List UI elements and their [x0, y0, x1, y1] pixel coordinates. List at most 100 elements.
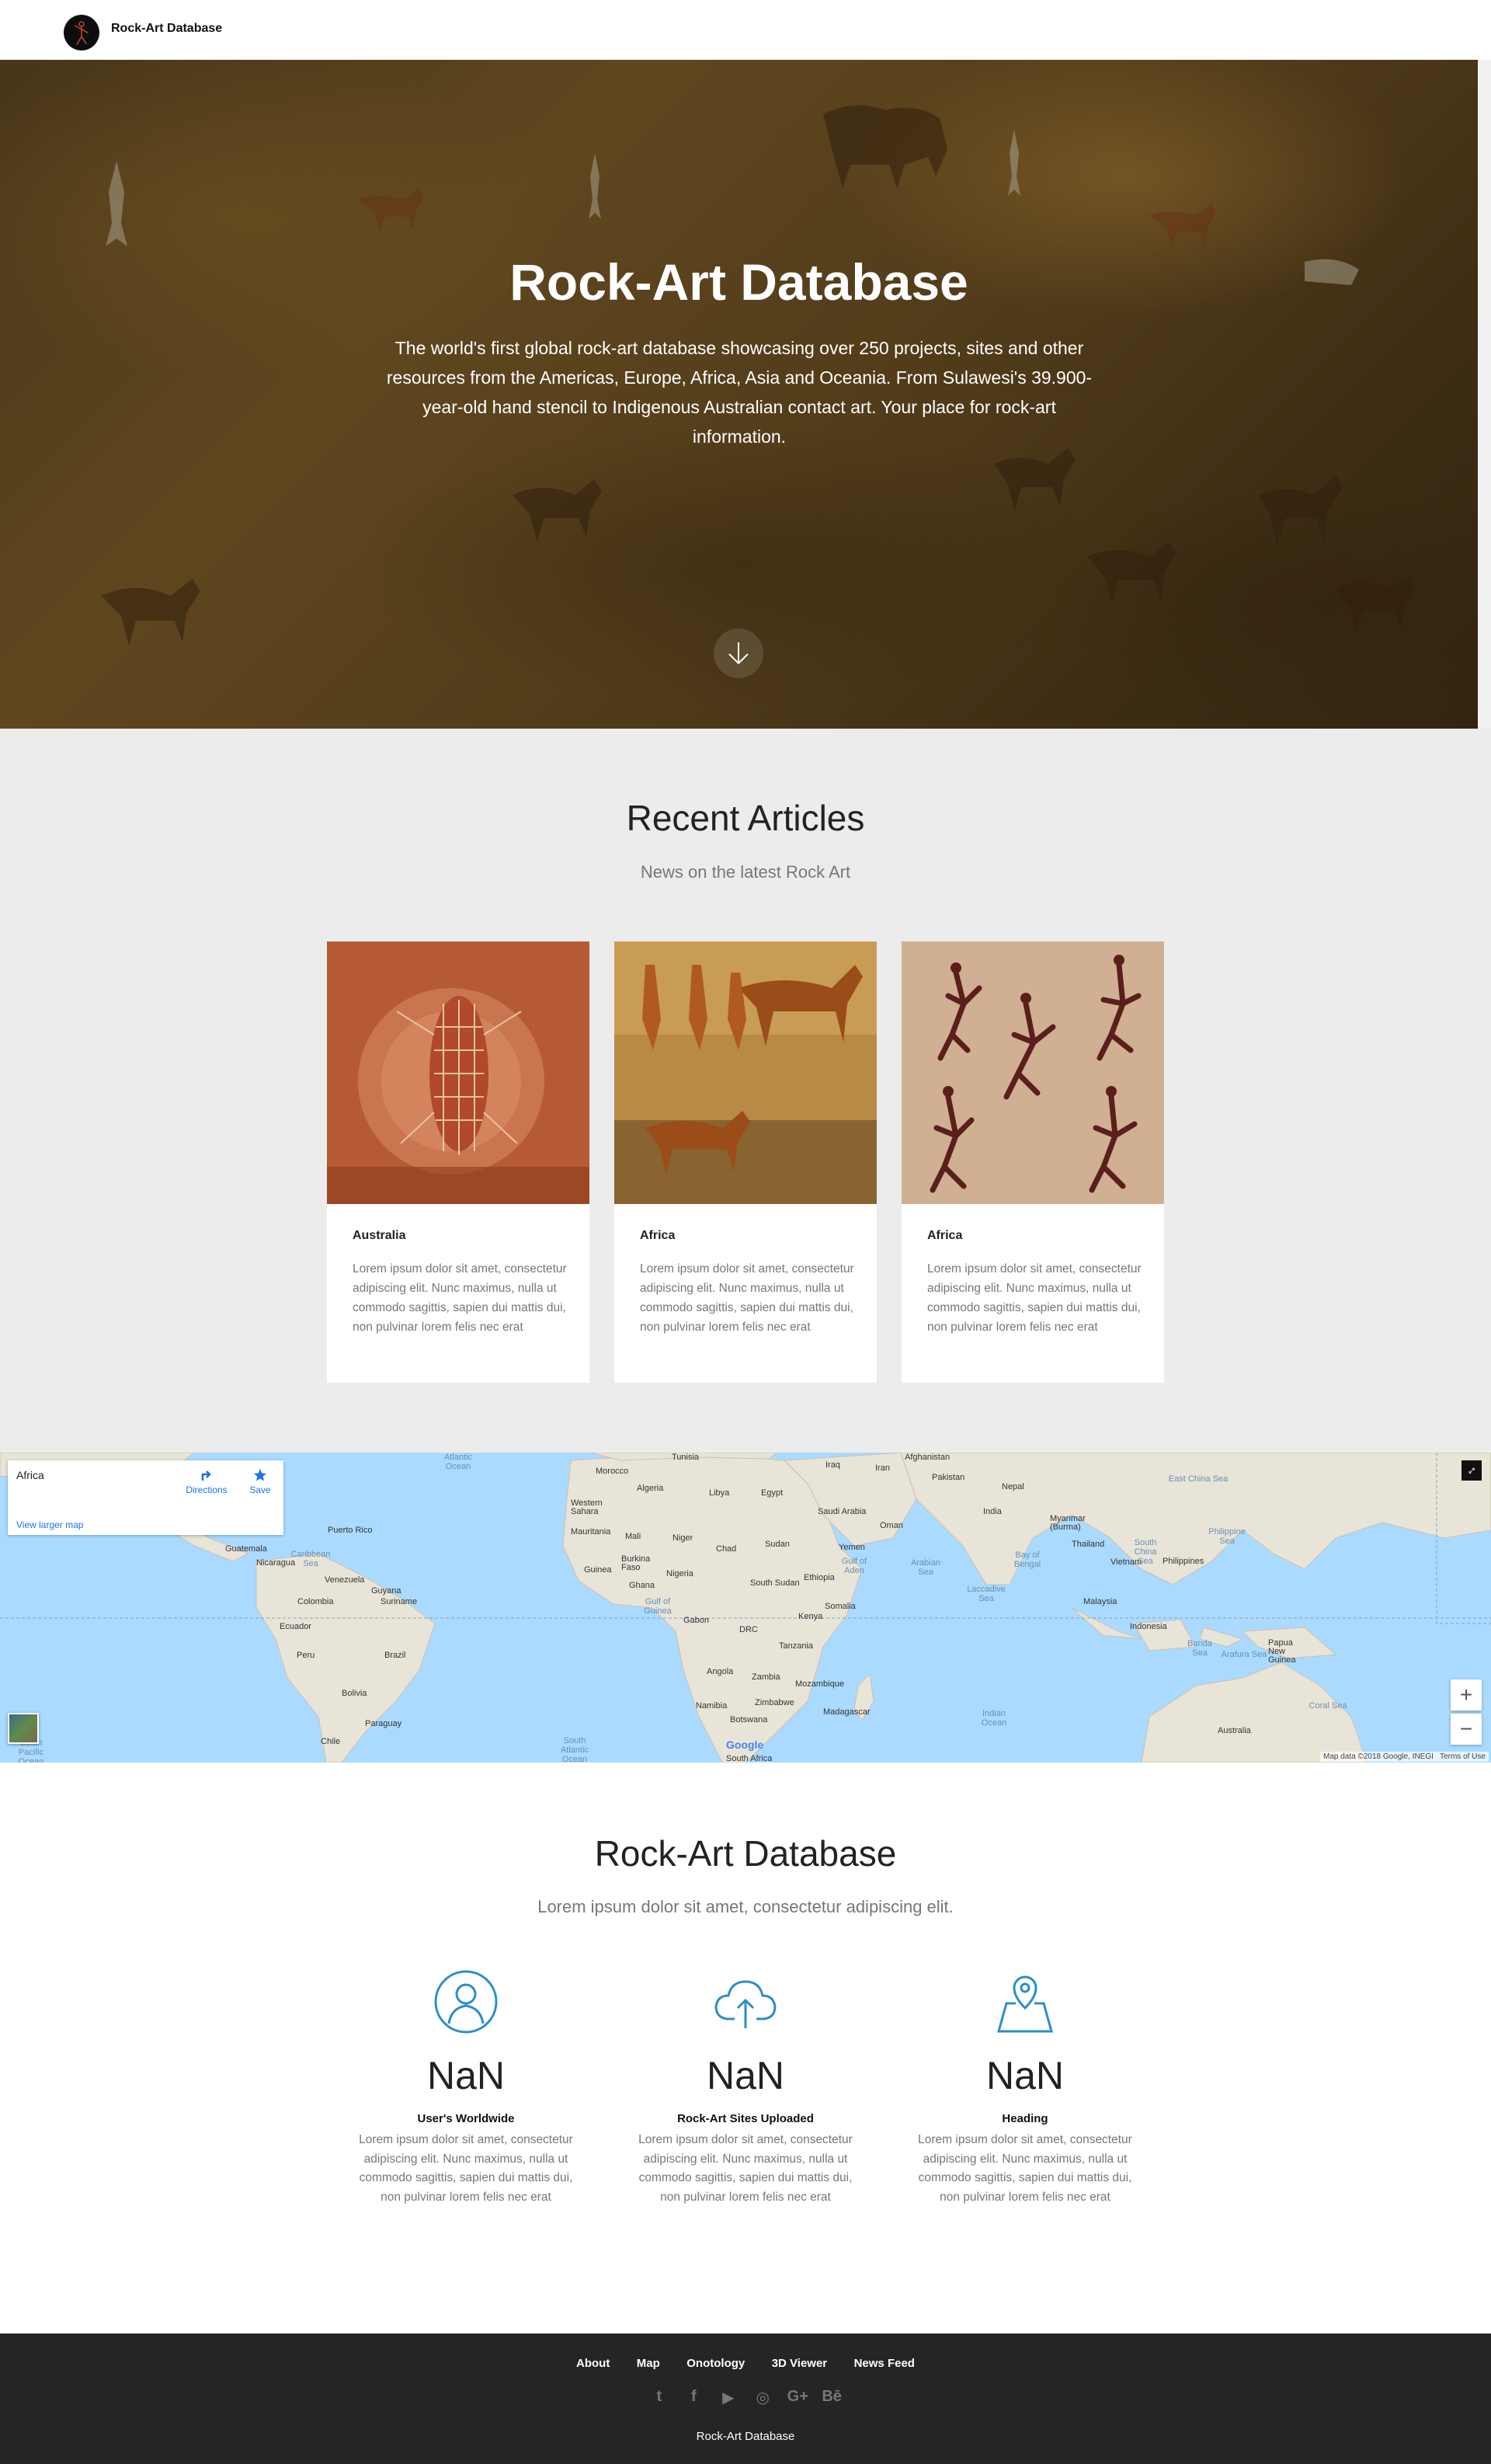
section-title: Recent Articles [626, 798, 865, 838]
article-title[interactable]: Australia [353, 1229, 405, 1243]
map-label: Burkina Faso [621, 1554, 651, 1572]
map-label: Ghana [629, 1581, 655, 1590]
map-label: Botswana [730, 1715, 768, 1724]
cloud-upload-icon [714, 1980, 777, 2028]
behance-icon[interactable]: Bē [822, 2388, 842, 2408]
map-label: Australia [1218, 1726, 1251, 1735]
map-label: Mozambique [795, 1679, 844, 1689]
attribution-text: Map data ©2018 Google, INEGI [1323, 1752, 1434, 1761]
fullscreen-button[interactable]: ⤢ [1461, 1460, 1482, 1481]
map-label: Ethiopia [804, 1573, 835, 1582]
stat-heading: Heading [1002, 2112, 1048, 2125]
map-label: Afghanistan [905, 1453, 951, 1462]
article-image[interactable] [327, 941, 589, 1204]
map-label: South China Sea [1134, 1538, 1157, 1566]
arrow-down-icon [728, 642, 749, 665]
stat-description: Lorem ipsum dolor sit amet, consectetur … [359, 2133, 573, 2204]
rock-art-figure-icon[interactable] [64, 15, 99, 50]
map-label: Gulf of Guinea [644, 1597, 672, 1616]
section-title: Rock-Art Database [594, 1833, 897, 1874]
embedded-map[interactable]: Atlantic Ocean Indian Ocean South Atlant… [0, 1453, 1491, 1763]
map-label: Peru [297, 1651, 315, 1660]
map-label: Malaysia [1083, 1597, 1117, 1606]
map-label: Algeria [637, 1484, 664, 1493]
facebook-icon[interactable]: f [683, 2388, 704, 2408]
youtube-icon[interactable]: ▶ [718, 2388, 739, 2408]
footer-link-3d-viewer[interactable]: 3D Viewer [772, 2357, 827, 2370]
user-icon [434, 1970, 498, 2034]
stat-description: Lorem ipsum dolor sit amet, consectetur … [918, 2133, 1132, 2204]
zoom-in-button[interactable]: + [1451, 1679, 1482, 1711]
fullscreen-icon: ⤢ [1468, 1466, 1475, 1474]
map-label: Zambia [752, 1672, 780, 1682]
map-label: Guyana [371, 1586, 401, 1596]
map-label: India [983, 1507, 1002, 1516]
map-label: Niger [673, 1533, 693, 1543]
map-label: Venezuela [325, 1575, 365, 1585]
directions-button[interactable]: Directions [183, 1468, 230, 1495]
stat-heading: User's Worldwide [417, 2112, 515, 2125]
map-label: Mali [625, 1532, 641, 1541]
map-label: Arafura Sea [1221, 1650, 1267, 1659]
article-excerpt: Lorem ipsum dolor sit amet, consectetur … [640, 1262, 854, 1334]
map-label: Thailand [1072, 1540, 1105, 1549]
footer-link-about[interactable]: About [576, 2357, 610, 2370]
twitter-icon[interactable]: t [649, 2388, 669, 2408]
footer-nav: About Map Onotology 3D Viewer News Feed [0, 2357, 1491, 2371]
map-label: Iraq [825, 1460, 840, 1470]
save-label: Save [249, 1484, 271, 1495]
map-label: Iran [875, 1463, 890, 1473]
map-label: Sudan [765, 1540, 790, 1549]
page-scrollbar[interactable] [1478, 60, 1491, 729]
section-subtitle: News on the latest Rock Art [640, 862, 851, 882]
map-label: Pakistan [932, 1473, 965, 1482]
map-label: Philippine Sea [1208, 1527, 1246, 1546]
article-title[interactable]: Africa [927, 1229, 962, 1243]
article-card[interactable]: Africa Lorem ipsum dolor sit amet, conse… [614, 941, 877, 1383]
article-card[interactable]: Africa Lorem ipsum dolor sit amet, conse… [902, 941, 1164, 1383]
map-label: Angola [707, 1667, 734, 1676]
article-card[interactable]: Australia Lorem ipsum dolor sit amet, co… [327, 941, 589, 1383]
map-label: Morocco [596, 1467, 629, 1476]
map-label: Arabian Sea [911, 1558, 940, 1577]
map-label: Coral Sea [1309, 1701, 1347, 1711]
map-label: Zimbabwe [755, 1698, 794, 1707]
terms-link[interactable]: Terms of Use [1440, 1752, 1486, 1761]
map-label: DRC [739, 1625, 758, 1634]
map-label: Libya [709, 1488, 730, 1498]
view-larger-map-link[interactable]: View larger map [16, 1519, 83, 1530]
map-label: Ecuador [280, 1622, 311, 1631]
map-label: South Sudan [750, 1578, 800, 1588]
footer-link-map[interactable]: Map [637, 2357, 660, 2370]
save-button[interactable]: Save [241, 1468, 280, 1495]
map-label: Caribbean Sea [290, 1550, 331, 1568]
map-label: Paraguay [365, 1719, 402, 1728]
instagram-icon[interactable]: ◎ [752, 2388, 773, 2408]
map-label: Oman [880, 1521, 903, 1530]
social-links: t f ▶ ◎ G+ Bē [0, 2388, 1491, 2408]
scroll-down-button[interactable] [714, 628, 763, 678]
map-label: Banda Sea [1187, 1639, 1212, 1658]
map-thumbnail-toggle[interactable] [8, 1713, 39, 1744]
map-label: Philippines [1163, 1557, 1204, 1566]
map-label: Laccadive Sea [967, 1585, 1006, 1603]
map-label: South Atlantic Ocean [560, 1736, 589, 1763]
map-label: Guatemala [225, 1544, 267, 1554]
article-image[interactable] [902, 941, 1164, 1204]
map-label: Tunisia [672, 1453, 700, 1462]
article-image[interactable] [614, 941, 877, 1204]
map-label: East China Sea [1168, 1474, 1229, 1484]
map-label: Nepal [1002, 1482, 1024, 1491]
site-footer: About Map Onotology 3D Viewer News Feed … [0, 2333, 1491, 2464]
article-title[interactable]: Africa [640, 1229, 675, 1243]
hero-title: Rock-Art Database [509, 253, 968, 311]
brand-name[interactable]: Rock-Art Database [111, 22, 222, 36]
google-plus-icon[interactable]: G+ [787, 2388, 808, 2408]
map-label: Suriname [381, 1597, 418, 1606]
footer-link-ontology[interactable]: Onotology [686, 2357, 745, 2370]
stat-value: NaN [985, 2054, 1065, 2097]
footer-link-news-feed[interactable]: News Feed [854, 2357, 915, 2370]
map-label: Tanzania [779, 1641, 814, 1651]
zoom-out-button[interactable]: − [1451, 1714, 1482, 1745]
map-label: Egypt [761, 1488, 784, 1498]
